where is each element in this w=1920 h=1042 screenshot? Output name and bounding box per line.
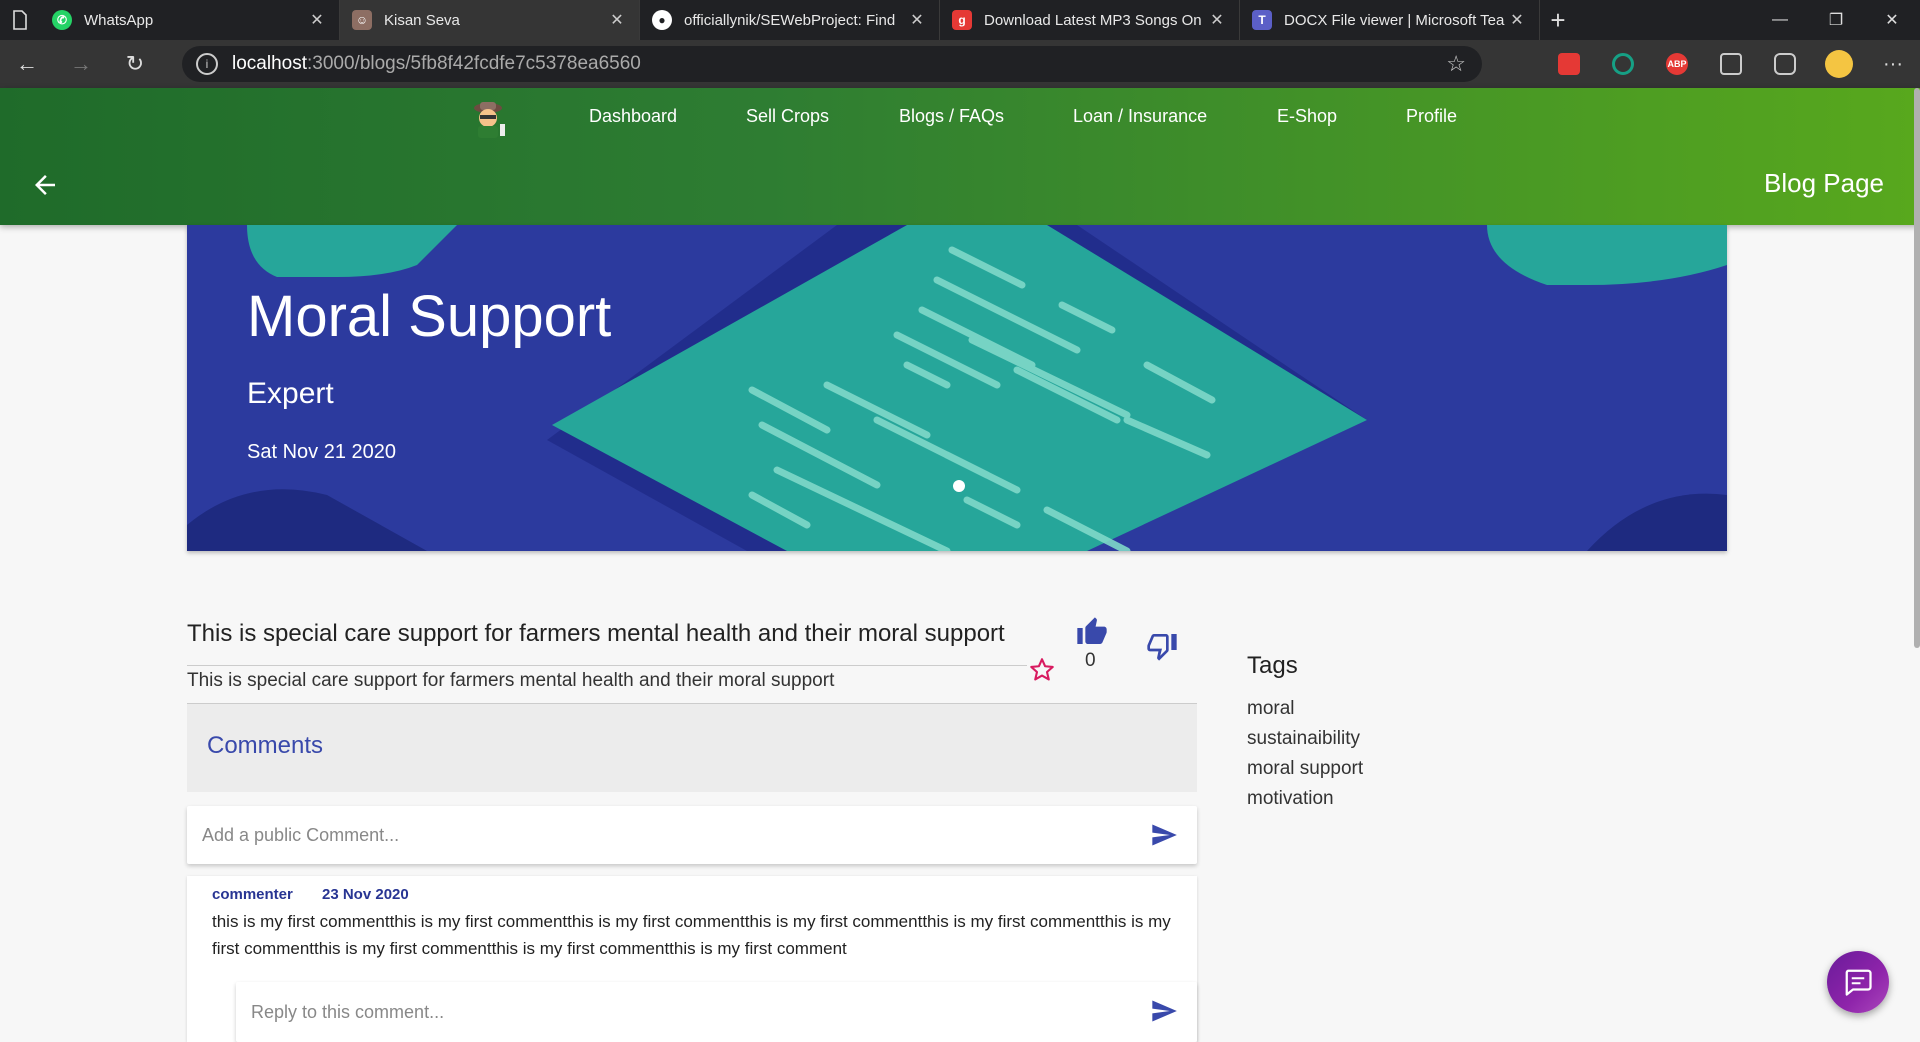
close-tab-icon[interactable]: ✕: [607, 10, 627, 30]
tab-title: DOCX File viewer | Microsoft Tea: [1284, 11, 1505, 29]
browser-tab-whatsapp[interactable]: ✆ WhatsApp ✕: [40, 0, 340, 40]
reply-box: [236, 982, 1197, 1042]
url-path: :3000/blogs/5fb8f42fcdfe7c5378ea6560: [307, 53, 641, 74]
tab-title: Download Latest MP3 Songs On: [984, 11, 1202, 29]
blog-hero-banner: Moral Support Expert Sat Nov 21 2020: [187, 225, 1727, 551]
close-tab-icon[interactable]: ✕: [307, 10, 327, 30]
tags-heading: Tags: [1247, 652, 1298, 679]
restore-icon[interactable]: ❐: [1808, 0, 1864, 40]
address-bar[interactable]: i localhost:3000/blogs/5fb8f42fcdfe7c537…: [182, 46, 1482, 82]
divider: [187, 665, 1027, 666]
thumbs-down-icon[interactable]: [1146, 630, 1178, 662]
screenshot-ext-icon[interactable]: [1542, 40, 1596, 88]
close-tab-icon[interactable]: ✕: [907, 10, 927, 30]
gaana-icon: g: [952, 10, 972, 30]
chat-button[interactable]: [1827, 951, 1889, 1013]
page-title: Blog Page: [1764, 168, 1884, 198]
page-scrollbar[interactable]: [1914, 88, 1920, 648]
url-host: localhost: [232, 53, 307, 74]
comment-input[interactable]: [202, 806, 1102, 864]
close-tab-icon[interactable]: ✕: [1507, 10, 1527, 30]
app-header: Dashboard Sell Crops Blogs / FAQs Loan /…: [0, 88, 1920, 225]
chat-bubble-icon: [1845, 969, 1872, 996]
adblock-icon[interactable]: ABP: [1650, 40, 1704, 88]
like-count: 0: [1085, 650, 1096, 671]
browser-tab-github[interactable]: ● officiallynik/SEWebProject: Find ✕: [640, 0, 940, 40]
kisan-seva-favicon: ☺: [352, 10, 372, 30]
whatsapp-icon: ✆: [52, 10, 72, 30]
send-icon[interactable]: [1149, 997, 1179, 1025]
minimize-icon[interactable]: —: [1752, 0, 1808, 40]
tag-item[interactable]: motivation: [1247, 788, 1334, 810]
nav-profile[interactable]: Profile: [1406, 106, 1457, 127]
teams-icon: T: [1252, 10, 1272, 30]
thumbs-up-icon[interactable]: [1076, 616, 1108, 648]
profile-avatar-icon[interactable]: [1812, 40, 1866, 88]
post-body-text: This is special care support for farmers…: [187, 670, 835, 691]
browser-tab-strip: ✆ WhatsApp ✕ ☺ Kisan Seva ✕ ● officially…: [0, 0, 1920, 40]
tag-item[interactable]: sustainaibility: [1247, 728, 1360, 750]
forward-icon[interactable]: →: [54, 40, 108, 88]
comment-item: commenter 23 Nov 2020 this is my first c…: [187, 876, 1197, 1042]
tag-item[interactable]: moral: [1247, 698, 1295, 720]
nav-loan-insurance[interactable]: Loan / Insurance: [1073, 106, 1207, 127]
favorite-star-icon[interactable]: ☆: [1446, 51, 1466, 77]
add-comment-box: [187, 806, 1197, 864]
close-tab-icon[interactable]: ✕: [1207, 10, 1227, 30]
send-icon[interactable]: [1149, 821, 1179, 849]
back-arrow-icon[interactable]: [30, 170, 60, 200]
tab-title: Kisan Seva: [384, 11, 460, 29]
browser-tab-kisan-seva[interactable]: ☺ Kisan Seva ✕: [340, 0, 640, 40]
blog-date: Sat Nov 21 2020: [247, 441, 396, 463]
window-close-icon[interactable]: ✕: [1864, 0, 1920, 40]
nav-dashboard[interactable]: Dashboard: [589, 106, 677, 127]
comment-date: 23 Nov 2020: [322, 886, 409, 903]
github-icon: ●: [652, 10, 672, 30]
nav-e-shop[interactable]: E-Shop: [1277, 106, 1337, 127]
tag-item[interactable]: moral support: [1247, 758, 1363, 780]
site-info-icon[interactable]: i: [196, 53, 218, 75]
favorite-star-icon[interactable]: [1028, 656, 1056, 684]
blog-title: Moral Support: [247, 284, 612, 349]
blog-author-role: Expert: [247, 377, 334, 410]
nav-blogs-faqs[interactable]: Blogs / FAQs: [899, 106, 1004, 127]
tab-actions-icon[interactable]: [0, 0, 40, 40]
comments-header[interactable]: Comments: [187, 704, 1197, 792]
new-tab-icon[interactable]: +: [1540, 5, 1576, 36]
kisan-seva-logo[interactable]: [470, 98, 510, 140]
refresh-icon[interactable]: ↻: [108, 40, 162, 88]
carousel-dot[interactable]: [953, 480, 965, 492]
browser-tab-mp3[interactable]: g Download Latest MP3 Songs On ✕: [940, 0, 1240, 40]
circle-ext-icon[interactable]: [1596, 40, 1650, 88]
comments-heading: Comments: [207, 732, 324, 759]
hero-background-art: [187, 225, 1727, 551]
browser-toolbar: ← → ↻ i localhost:3000/blogs/5fb8f42fcdf…: [0, 40, 1920, 88]
more-menu-icon[interactable]: ···: [1866, 40, 1920, 88]
nav-sell-crops[interactable]: Sell Crops: [746, 106, 829, 127]
comment-text: this is my first commentthis is my first…: [212, 912, 1171, 958]
reply-input[interactable]: [251, 982, 1151, 1042]
browser-tab-docx[interactable]: T DOCX File viewer | Microsoft Tea ✕: [1240, 0, 1540, 40]
comment-author[interactable]: commenter: [212, 886, 293, 903]
tab-title: WhatsApp: [84, 11, 154, 29]
back-icon[interactable]: ←: [0, 40, 54, 88]
post-heading: This is special care support for farmers…: [187, 620, 1005, 647]
tab-title: officiallynik/SEWebProject: Find: [684, 11, 896, 29]
collections-icon[interactable]: [1704, 40, 1758, 88]
camera-ext-icon[interactable]: [1758, 40, 1812, 88]
